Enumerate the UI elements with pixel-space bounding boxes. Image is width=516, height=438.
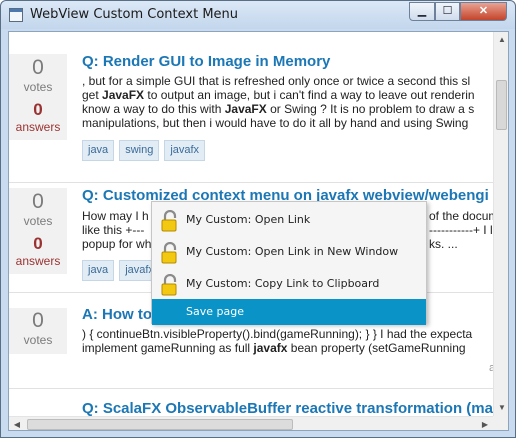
horizontal-scrollbar[interactable]: ◀ ▶ <box>9 416 493 430</box>
question-title-link[interactable]: Q: ScalaFX ObservableBuffer reactive tra… <box>82 400 493 416</box>
excerpt-text: or Swing ? It is no problem to draw a s <box>266 102 475 116</box>
context-menu: My Custom: Open Link My Custom: Open Lin… <box>151 201 427 325</box>
vote-count: 0 <box>32 56 44 79</box>
votes-label: votes <box>23 80 53 94</box>
question-title-link[interactable]: Q: Render GUI to Image in Memory <box>82 53 330 70</box>
lock-icon <box>161 242 177 264</box>
answer-count: 0 <box>33 234 43 253</box>
context-menu-item-open-link[interactable]: My Custom: Open Link <box>152 204 426 236</box>
context-menu-item-label: My Custom: Open Link in New Window <box>186 245 399 258</box>
tag-java[interactable]: java <box>82 140 115 161</box>
window-title: WebView Custom Context Menu <box>30 7 239 22</box>
tag-java[interactable]: java <box>82 260 115 281</box>
vote-answer-stats: 0 votes 0 answers <box>9 188 67 274</box>
context-menu-item-label: My Custom: Open Link <box>186 213 311 226</box>
votes-label: votes <box>23 333 53 347</box>
excerpt-line: ks. ... <box>429 237 493 251</box>
question-excerpt: , but for a simple GUI that is refreshed… <box>82 74 493 130</box>
answer-title-link[interactable]: A: How to <box>82 306 152 323</box>
excerpt-text: How may I h <box>82 209 149 223</box>
context-menu-item-save-page[interactable]: Save page <box>152 299 426 325</box>
vote-answer-stats: 0 votes 0 answers <box>9 54 67 140</box>
excerpt-line: How may I h <box>82 209 162 223</box>
vote-count: 0 <box>32 190 44 213</box>
vote-count: 0 <box>32 309 44 332</box>
vote-stats: 0 votes <box>9 308 67 354</box>
tag-swing[interactable]: swing <box>119 140 160 161</box>
highlighted-term: JavaFX <box>224 102 267 116</box>
excerpt-line: of the docum <box>429 209 493 223</box>
title-bar[interactable]: WebView Custom Context Menu ▁ ☐ ✕ <box>1 1 515 29</box>
vertical-scrollbar[interactable]: ▲ ▼ <box>493 32 508 416</box>
excerpt-text: get <box>82 88 103 102</box>
votes-label: votes <box>23 214 53 228</box>
question-excerpt: How may I h like this +--- popup for wh <box>82 209 162 251</box>
excerpt-text: bean property (setGameRunning <box>287 341 466 355</box>
scroll-right-icon[interactable]: ▶ <box>480 420 490 430</box>
excerpt-line: like this +--- <box>82 223 162 237</box>
excerpt-line: ) { continueBtn.visibleProperty().bind(g… <box>82 327 493 341</box>
close-button[interactable]: ✕ <box>460 2 507 21</box>
excerpt-line: know a way to do this with JavaFX or Swi… <box>82 102 493 116</box>
excerpt-line: implement gameRunning as full javafx bea… <box>82 341 493 355</box>
lock-icon <box>161 274 177 296</box>
lock-icon <box>161 210 177 232</box>
app-window-icon <box>9 8 23 22</box>
scroll-left-icon[interactable]: ◀ <box>12 420 22 430</box>
excerpt-text: like this +--- <box>82 223 145 237</box>
context-menu-item-open-link-new-window[interactable]: My Custom: Open Link in New Window <box>152 236 426 268</box>
excerpt-text: of the docum <box>429 209 493 223</box>
excerpt-line: -----------+ I li <box>429 223 493 237</box>
answer-count: 0 <box>33 100 43 119</box>
horizontal-scroll-thumb[interactable] <box>27 419 293 430</box>
excerpt-line: popup for wh <box>82 237 162 251</box>
tag-list: java swing javafx <box>82 140 210 161</box>
excerpt-text: manipulations, but then i would have to … <box>82 116 469 130</box>
excerpt-text: , but for a simple GUI that is refreshed… <box>82 74 471 88</box>
answers-label: answers <box>15 254 61 268</box>
context-menu-item-label: Save page <box>186 305 244 318</box>
excerpt-text: ) { continueBtn.visibleProperty().bind(g… <box>82 327 473 341</box>
excerpt-line: manipulations, but then i would have to … <box>82 116 493 130</box>
list-item: Q: ScalaFX ObservableBuffer reactive tra… <box>9 388 493 416</box>
highlighted-term: JavaFX <box>102 88 145 102</box>
highlighted-term: javafx <box>253 341 288 355</box>
minimize-button[interactable]: ▁ <box>409 2 435 21</box>
scroll-down-icon[interactable]: ▼ <box>497 403 507 413</box>
vertical-scroll-thumb[interactable] <box>496 80 507 130</box>
list-item: 0 votes 0 answers Q: Render GUI to Image… <box>9 32 493 182</box>
answer-excerpt: ) { continueBtn.visibleProperty().bind(g… <box>82 327 493 355</box>
tag-javafx[interactable]: javafx <box>164 140 206 161</box>
question-excerpt-right: of the docum -----------+ I li ks. ... <box>429 209 493 251</box>
scrollbar-corner <box>493 416 508 430</box>
answers-label: answers <box>15 120 61 134</box>
excerpt-text: popup for wh <box>82 237 152 251</box>
excerpt-text: know a way to do this with <box>82 102 225 116</box>
excerpt-text: ks. ... <box>429 237 458 251</box>
excerpt-text: to output an image, but i can't find a w… <box>144 88 475 102</box>
app-window: WebView Custom Context Menu ▁ ☐ ✕ 0 vote… <box>0 0 516 438</box>
context-menu-item-label: My Custom: Copy Link to Clipboard <box>186 277 380 290</box>
excerpt-line: , but for a simple GUI that is refreshed… <box>82 74 493 88</box>
context-menu-item-copy-link[interactable]: My Custom: Copy Link to Clipboard <box>152 268 426 300</box>
excerpt-line: get JavaFX to output an image, but i can… <box>82 88 493 102</box>
excerpt-text: -----------+ I li <box>429 223 493 237</box>
excerpt-text: implement gameRunning as full <box>82 341 254 355</box>
maximize-button[interactable]: ☐ <box>435 2 460 21</box>
scroll-up-icon[interactable]: ▲ <box>497 35 507 45</box>
